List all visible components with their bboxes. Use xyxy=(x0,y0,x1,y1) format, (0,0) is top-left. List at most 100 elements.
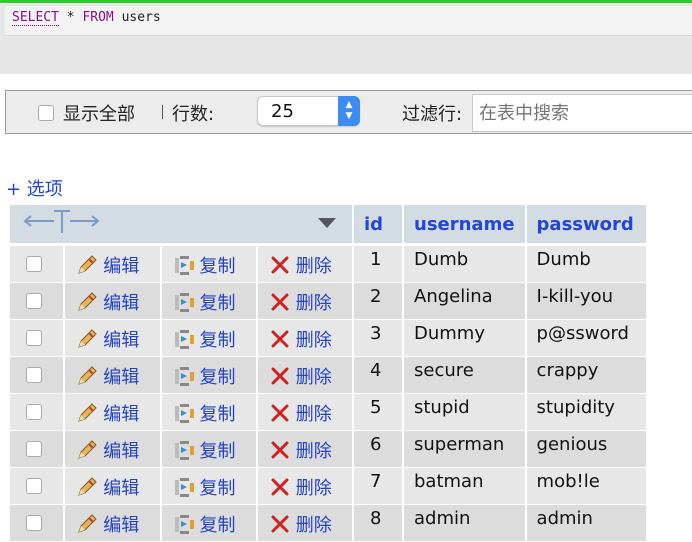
rows-label: 行数: xyxy=(172,104,215,125)
password-value: genious xyxy=(536,434,608,455)
delete-button[interactable]: 删除 xyxy=(257,431,352,468)
copy-button[interactable]: 复制 xyxy=(161,283,256,320)
cell-id[interactable]: 7 xyxy=(354,468,402,505)
edit-button[interactable]: 编辑 xyxy=(65,394,160,431)
edit-label: 编辑 xyxy=(103,256,140,277)
row-checkbox[interactable] xyxy=(26,441,42,457)
copy-button[interactable]: 复制 xyxy=(161,246,256,283)
cell-username[interactable]: Angelina xyxy=(404,283,525,320)
cell-password[interactable]: I-kill-you xyxy=(526,283,646,320)
delete-button[interactable]: 删除 xyxy=(257,468,352,505)
copy-button[interactable]: 复制 xyxy=(161,468,256,505)
options-link[interactable]: + 选项 xyxy=(6,175,63,201)
edit-button[interactable]: 编辑 xyxy=(65,357,160,394)
insert-copy-icon xyxy=(174,441,194,460)
insert-copy-icon xyxy=(174,330,194,349)
pencil-icon xyxy=(78,403,97,422)
copy-button[interactable]: 复制 xyxy=(161,505,256,542)
cell-username[interactable]: Dummy xyxy=(404,320,525,357)
table-row: 编辑 复制 删除 xyxy=(10,246,646,283)
show-all-checkbox[interactable] xyxy=(38,105,54,121)
cell-id[interactable]: 2 xyxy=(354,283,402,320)
delete-button[interactable]: 删除 xyxy=(257,320,352,357)
cell-username[interactable]: secure xyxy=(404,357,525,394)
edit-button[interactable]: 编辑 xyxy=(65,468,160,505)
column-header-username[interactable]: username xyxy=(404,205,525,246)
edit-label: 编辑 xyxy=(103,515,140,536)
chevron-updown-icon[interactable]: ▲ ▼ xyxy=(338,96,360,126)
row-checkbox[interactable] xyxy=(26,330,42,346)
copy-label: 复制 xyxy=(199,404,236,425)
delete-button[interactable]: 删除 xyxy=(257,246,352,283)
cell-id[interactable]: 3 xyxy=(354,320,402,357)
copy-button[interactable]: 复制 xyxy=(161,357,256,394)
delete-button[interactable]: 删除 xyxy=(257,357,352,394)
table-row: 编辑 复制 删除 xyxy=(10,394,646,431)
column-resize-arrows-icon[interactable] xyxy=(10,205,352,238)
delete-button[interactable]: 删除 xyxy=(257,394,352,431)
password-value: admin xyxy=(536,508,593,529)
row-checkbox[interactable] xyxy=(26,478,42,494)
username-value: stupid xyxy=(414,397,470,418)
insert-copy-icon xyxy=(174,404,194,423)
row-checkbox[interactable] xyxy=(26,515,42,531)
cell-password[interactable]: p@ssword xyxy=(526,320,646,357)
pencil-icon xyxy=(78,255,97,274)
username-value: secure xyxy=(414,360,474,381)
cell-password[interactable]: Dumb xyxy=(526,246,646,283)
cell-password[interactable]: mob!le xyxy=(526,468,646,505)
edit-button[interactable]: 编辑 xyxy=(65,246,160,283)
cell-password[interactable]: genious xyxy=(526,431,646,468)
sql-query-text[interactable]: SELECT * FROM users xyxy=(5,6,692,36)
cell-username[interactable]: batman xyxy=(404,468,525,505)
cell-id[interactable]: 4 xyxy=(354,357,402,394)
cell-id[interactable]: 1 xyxy=(354,246,402,283)
delete-button[interactable]: 删除 xyxy=(257,505,352,542)
row-select-cell xyxy=(10,468,64,505)
table-row: 编辑 复制 删除 xyxy=(10,283,646,320)
cell-password[interactable]: admin xyxy=(526,505,646,542)
edit-button[interactable]: 编辑 xyxy=(65,320,160,357)
cell-username[interactable]: stupid xyxy=(404,394,525,431)
rows-count-select[interactable]: 25 ▲ ▼ xyxy=(257,96,360,126)
copy-label: 复制 xyxy=(199,515,236,536)
cell-id[interactable]: 5 xyxy=(354,394,402,431)
copy-button[interactable]: 复制 xyxy=(161,431,256,468)
filter-bar: 显示全部 行数: 25 ▲ ▼ 过滤行: xyxy=(5,90,692,134)
header-controls xyxy=(10,205,352,246)
table-search-input[interactable] xyxy=(472,94,692,132)
username-value: batman xyxy=(414,471,484,492)
edit-button[interactable]: 编辑 xyxy=(65,283,160,320)
column-header-password[interactable]: password xyxy=(526,205,646,246)
show-all-label[interactable]: 显示全部 xyxy=(63,100,135,126)
copy-button[interactable]: 复制 xyxy=(161,394,256,431)
cell-id[interactable]: 6 xyxy=(354,431,402,468)
delete-x-icon xyxy=(271,404,289,422)
sql-query-box[interactable]: SELECT * FROM users xyxy=(0,0,692,74)
copy-button[interactable]: 复制 xyxy=(161,320,256,357)
password-value: stupidity xyxy=(536,397,615,418)
edit-label: 编辑 xyxy=(103,478,140,499)
copy-label: 复制 xyxy=(199,441,236,462)
cell-username[interactable]: Dumb xyxy=(404,246,525,283)
row-checkbox[interactable] xyxy=(26,256,42,272)
password-value: Dumb xyxy=(536,249,591,270)
id-value: 2 xyxy=(370,286,382,307)
column-header-id[interactable]: id xyxy=(354,205,402,246)
cell-password[interactable]: crappy xyxy=(526,357,646,394)
username-value: Angelina xyxy=(414,286,493,307)
row-checkbox[interactable] xyxy=(26,367,42,383)
delete-label: 删除 xyxy=(295,256,332,277)
edit-button[interactable]: 编辑 xyxy=(65,505,160,542)
row-checkbox[interactable] xyxy=(26,293,42,309)
cell-username[interactable]: superman xyxy=(404,431,525,468)
table-header-row: id username password xyxy=(10,205,646,246)
edit-button[interactable]: 编辑 xyxy=(65,431,160,468)
cell-username[interactable]: admin xyxy=(404,505,525,542)
delete-button[interactable]: 删除 xyxy=(257,283,352,320)
delete-x-icon xyxy=(271,441,289,459)
row-checkbox[interactable] xyxy=(26,404,42,420)
cell-password[interactable]: stupidity xyxy=(526,394,646,431)
cell-id[interactable]: 8 xyxy=(354,505,402,542)
password-value: mob!le xyxy=(536,471,600,492)
